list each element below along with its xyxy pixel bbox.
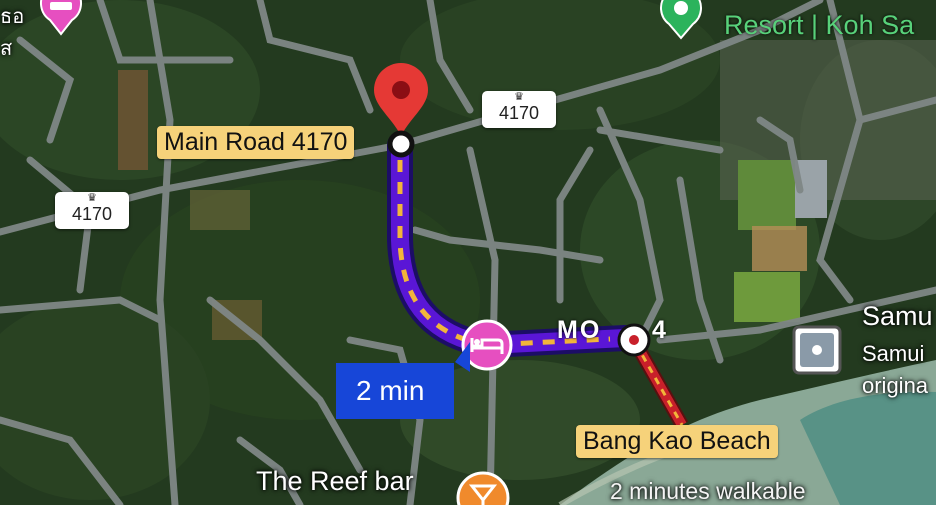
- crown-icon: ♛: [514, 91, 524, 103]
- top-left-label: ธอ: [0, 6, 25, 28]
- bar-marker[interactable]: [455, 470, 511, 505]
- travel-time-text: 2 min: [356, 375, 425, 406]
- park-marker[interactable]: [655, 0, 707, 42]
- hotel-bed-icon: [40, 0, 82, 36]
- destination-label[interactable]: Main Road 4170: [157, 126, 355, 159]
- hotel-bed-icon: [461, 319, 513, 371]
- samui-sub-label-2: origina: [862, 373, 929, 398]
- crown-icon: ♛: [87, 192, 97, 204]
- destination-pin[interactable]: [370, 60, 432, 160]
- destination-pin-icon: [374, 63, 428, 158]
- moo-label: MO: [557, 316, 602, 344]
- map-view[interactable]: ธอ ส Resort | Koh Sa ♛ 4170 ♛ 4170 Main …: [0, 0, 936, 505]
- moo-label-suffix: 4: [652, 316, 666, 344]
- samui-sub-label: Samui: [862, 341, 925, 366]
- reef-bar-label[interactable]: The Reef bar: [256, 466, 414, 497]
- route-shield-number: 4170: [498, 103, 540, 123]
- route-shield-4170-east: ♛ 4170: [482, 91, 556, 128]
- origin-dot[interactable]: [616, 322, 652, 358]
- square-poi-icon: [792, 325, 842, 375]
- route-shield-number: 4170: [71, 204, 113, 224]
- route-shield-4170-west: ♛ 4170: [55, 192, 129, 229]
- resort-label[interactable]: Resort | Koh Sa: [724, 10, 914, 41]
- hotel-marker[interactable]: [458, 318, 516, 376]
- route-overlay: [387, 132, 689, 429]
- beach-label[interactable]: Bang Kao Beach: [576, 425, 778, 458]
- travel-time-box[interactable]: 2 min: [336, 363, 454, 419]
- location-dot-icon: [617, 323, 651, 357]
- top-left-label-2: ส: [0, 38, 13, 60]
- samui-label[interactable]: Samu: [862, 301, 933, 332]
- park-poi-icon: [660, 0, 702, 40]
- walk-note-label: 2 minutes walkable: [610, 478, 806, 504]
- square-poi-marker[interactable]: [791, 324, 843, 376]
- hotel-marker-top[interactable]: [36, 0, 86, 36]
- cocktail-bar-icon: [456, 471, 510, 505]
